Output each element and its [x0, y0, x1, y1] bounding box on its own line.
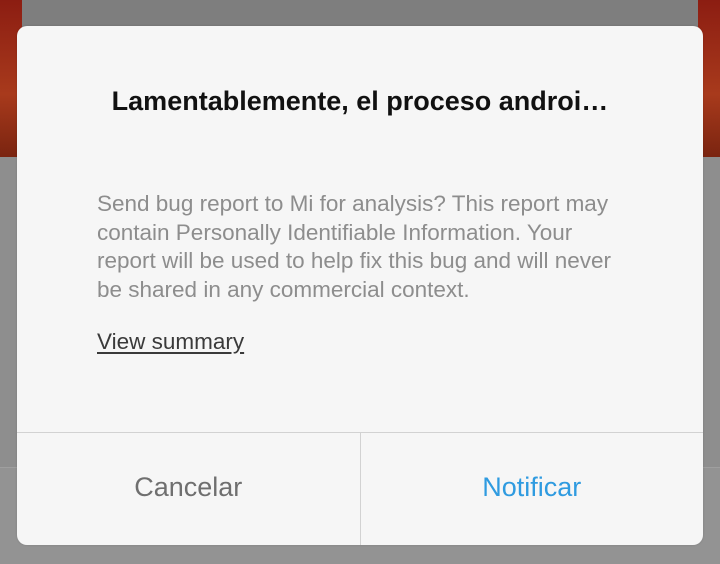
dialog-title: Lamentablemente, el proceso androi…: [111, 86, 609, 116]
dialog-message: Send bug report to Mi for analysis? This…: [97, 191, 612, 302]
crash-report-dialog: Lamentablemente, el proceso androi… Send…: [17, 26, 703, 545]
dialog-button-bar: Cancelar Notificar: [17, 432, 703, 545]
cancel-button[interactable]: Cancelar: [17, 433, 361, 545]
view-summary-link[interactable]: View summary: [97, 329, 244, 355]
report-button[interactable]: Notificar: [361, 433, 704, 545]
